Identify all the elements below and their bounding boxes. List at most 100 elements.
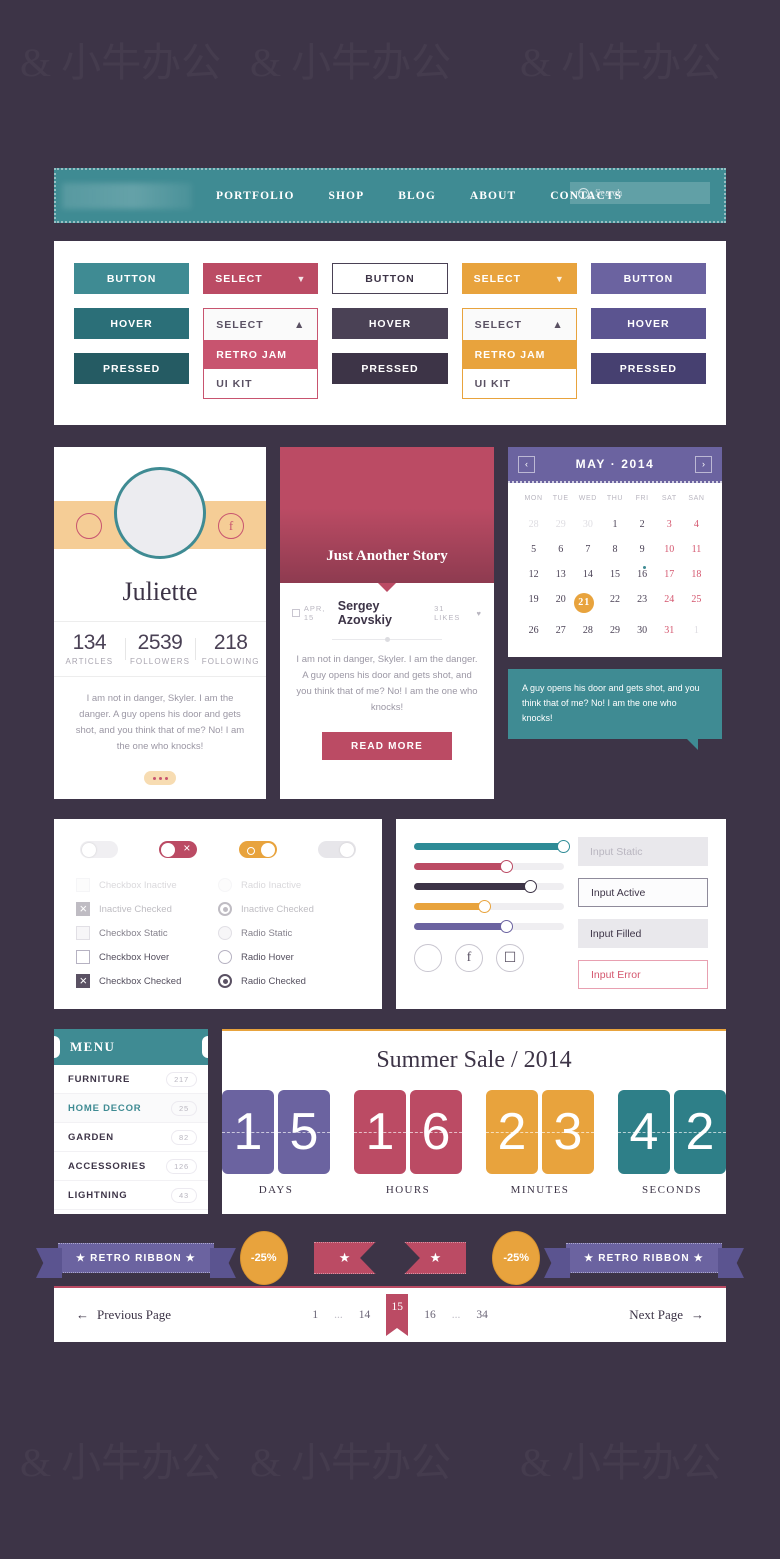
search-input[interactable]: Search: [570, 182, 710, 204]
page-number[interactable]: 1: [312, 1309, 318, 1321]
read-more-button[interactable]: READ MORE: [322, 732, 452, 760]
calendar-day[interactable]: 29: [601, 618, 628, 643]
next-page-button[interactable]: Next Page →: [629, 1307, 704, 1323]
purple-button-pressed[interactable]: PRESSED: [591, 353, 706, 384]
nav-link-about[interactable]: ABOUT: [470, 190, 516, 202]
page-number[interactable]: 14: [359, 1309, 371, 1321]
calendar-day[interactable]: 11: [683, 537, 710, 562]
nav-link-blog[interactable]: BLOG: [398, 190, 436, 202]
orange-select-closed[interactable]: SELECT ▼: [462, 263, 577, 294]
teal-button-pressed[interactable]: PRESSED: [74, 353, 189, 384]
crimson-option-retro-jam[interactable]: RETRO JAM: [204, 340, 317, 369]
calendar-day[interactable]: 22: [601, 587, 628, 618]
calendar-day[interactable]: 17: [656, 562, 683, 587]
orange-option-ui-kit[interactable]: UI KIT: [463, 369, 576, 398]
slider-track-3[interactable]: [414, 903, 564, 910]
dark-button-hover[interactable]: HOVER: [332, 308, 447, 339]
calendar-day[interactable]: 24: [656, 587, 683, 618]
slider-handle[interactable]: [500, 920, 513, 933]
calendar-day[interactable]: 3: [656, 512, 683, 537]
calendar-day[interactable]: 6: [547, 537, 574, 562]
slider-handle[interactable]: [524, 880, 537, 893]
teal-button-default[interactable]: BUTTON: [74, 263, 189, 294]
input-error[interactable]: Input Error: [578, 960, 708, 989]
input-filled[interactable]: Input Filled: [578, 919, 708, 948]
purple-button-hover[interactable]: HOVER: [591, 308, 706, 339]
slider-handle[interactable]: [478, 900, 491, 913]
calendar-day[interactable]: 2: [629, 512, 656, 537]
checkbox-static[interactable]: [76, 926, 90, 940]
twitter-icon[interactable]: 𝏃: [76, 513, 102, 539]
page-number[interactable]: 16: [424, 1309, 436, 1321]
dark-button-pressed[interactable]: PRESSED: [332, 353, 447, 384]
slider-track-4[interactable]: [414, 923, 564, 930]
toggle-on-orange[interactable]: [239, 841, 277, 858]
slider-track-0[interactable]: [414, 843, 564, 850]
calendar-day[interactable]: 19: [520, 587, 547, 618]
calendar-day[interactable]: 30: [574, 512, 601, 537]
calendar-day[interactable]: 16: [629, 562, 656, 587]
nav-link-portfolio[interactable]: PORTFOLIO: [216, 190, 295, 202]
orange-select-head[interactable]: SELECT ▲: [463, 309, 576, 340]
calendar-day[interactable]: 29: [547, 512, 574, 537]
checkbox-hover[interactable]: [76, 950, 90, 964]
calendar-day[interactable]: 12: [520, 562, 547, 587]
crimson-option-ui-kit[interactable]: UI KIT: [204, 369, 317, 398]
calendar-day[interactable]: 31: [656, 618, 683, 643]
radio-checked[interactable]: [218, 974, 232, 988]
calendar-day[interactable]: 10: [656, 537, 683, 562]
facebook-icon[interactable]: f: [455, 944, 483, 972]
menu-item-garden[interactable]: GARDEN 82: [54, 1123, 208, 1152]
purple-button-default[interactable]: BUTTON: [591, 263, 706, 294]
nav-link-shop[interactable]: SHOP: [329, 190, 365, 202]
calendar-day[interactable]: 1: [683, 618, 710, 643]
menu-item-furniture[interactable]: FURNITURE 217: [54, 1065, 208, 1094]
checkbox-checked[interactable]: [76, 974, 90, 988]
orange-option-retro-jam[interactable]: RETRO JAM: [463, 340, 576, 369]
calendar-day[interactable]: 8: [601, 537, 628, 562]
calendar-day[interactable]: 20: [547, 587, 574, 618]
dark-button-default[interactable]: BUTTON: [332, 263, 447, 294]
calendar-day[interactable]: 5: [520, 537, 547, 562]
next-month-button[interactable]: ›: [695, 456, 712, 473]
menu-item-accessories[interactable]: ACCESSORIES 126: [54, 1152, 208, 1181]
instagram-icon[interactable]: ☐: [496, 944, 524, 972]
toggle-off-grey[interactable]: [318, 841, 356, 858]
calendar-day[interactable]: 15: [601, 562, 628, 587]
slider-track-2[interactable]: [414, 883, 564, 890]
page-number[interactable]: 34: [476, 1309, 488, 1321]
calendar-day[interactable]: 25: [683, 587, 710, 618]
menu-item-lightning[interactable]: LIGHTNING 43: [54, 1181, 208, 1210]
facebook-icon[interactable]: f: [218, 513, 244, 539]
previous-page-button[interactable]: ← Previous Page: [76, 1307, 171, 1323]
menu-item-home-decor[interactable]: HOME DECOR 25: [54, 1094, 208, 1123]
calendar-day[interactable]: 18: [683, 562, 710, 587]
radio-static[interactable]: [218, 926, 232, 940]
slider-handle[interactable]: [557, 840, 570, 853]
slider-track-1[interactable]: [414, 863, 564, 870]
calendar-day[interactable]: 28: [520, 512, 547, 537]
calendar-day[interactable]: 4: [683, 512, 710, 537]
slider-handle[interactable]: [500, 860, 513, 873]
page-number-current[interactable]: 15: [386, 1294, 408, 1328]
site-logo[interactable]: [62, 183, 192, 209]
calendar-day[interactable]: 26: [520, 618, 547, 643]
calendar-day[interactable]: 23: [629, 587, 656, 618]
calendar-day[interactable]: 7: [574, 537, 601, 562]
calendar-day[interactable]: 9: [629, 537, 656, 562]
calendar-day[interactable]: 14: [574, 562, 601, 587]
story-author[interactable]: Sergey Azovskiy: [338, 599, 434, 627]
calendar-day[interactable]: 1: [601, 512, 628, 537]
crimson-select-closed[interactable]: SELECT ▼: [203, 263, 318, 294]
prev-month-button[interactable]: ‹: [518, 456, 535, 473]
toggle-on-red[interactable]: [159, 841, 197, 858]
crimson-select-head[interactable]: SELECT ▲: [204, 309, 317, 340]
input-active[interactable]: Input Active: [578, 878, 708, 907]
toggle-off-light[interactable]: [80, 841, 118, 858]
calendar-day[interactable]: 13: [547, 562, 574, 587]
calendar-day[interactable]: 28: [574, 618, 601, 643]
radio-hover[interactable]: [218, 950, 232, 964]
input-static[interactable]: Input Static: [578, 837, 708, 866]
teal-button-hover[interactable]: HOVER: [74, 308, 189, 339]
calendar-day[interactable]: 30: [629, 618, 656, 643]
